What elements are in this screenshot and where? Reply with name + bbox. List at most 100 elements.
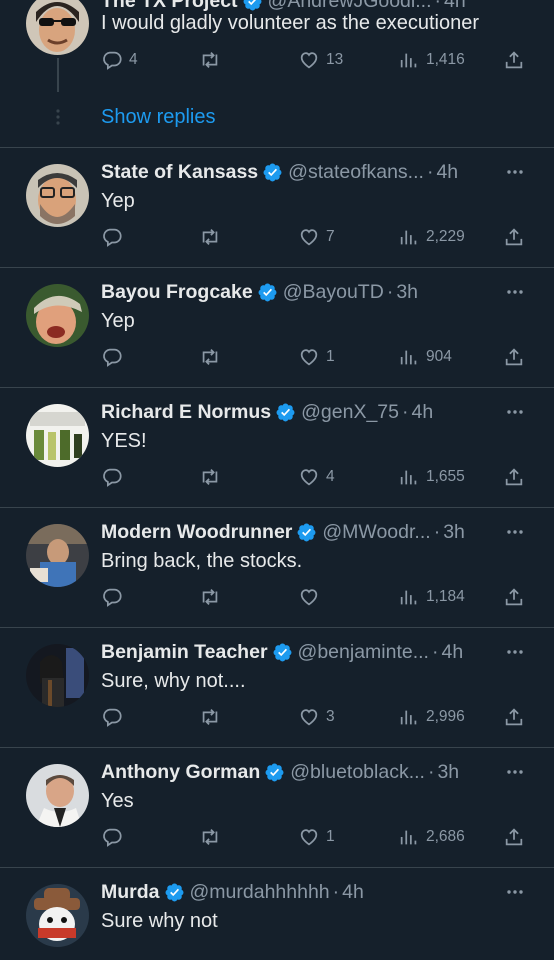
divider	[0, 747, 554, 748]
divider	[0, 387, 554, 388]
like-button[interactable]	[298, 584, 326, 610]
share-button[interactable]	[503, 704, 531, 730]
display-name[interactable]: State of Kansass	[101, 161, 258, 184]
verified-icon	[265, 763, 284, 781]
handle[interactable]: @murdahhhhhh	[190, 881, 330, 904]
reply-icon	[103, 51, 122, 70]
reply-button[interactable]	[101, 224, 129, 250]
views-count: 2,229	[426, 228, 465, 245]
retweet-icon	[202, 709, 218, 725]
timestamp[interactable]: 3h	[437, 761, 459, 784]
reply-button[interactable]	[101, 824, 129, 850]
more-button[interactable]	[504, 761, 526, 783]
reply-button[interactable]	[101, 704, 129, 730]
views-count: 2,686	[426, 828, 465, 845]
views-button[interactable]: 1,655	[398, 464, 465, 490]
views-button[interactable]: 2,686	[398, 824, 465, 850]
views-button[interactable]: 2,229	[398, 224, 465, 250]
more-button[interactable]	[504, 401, 526, 423]
views-button[interactable]: 1,416	[398, 47, 465, 73]
avatar[interactable]	[26, 164, 89, 227]
views-icon	[400, 53, 417, 68]
share-button[interactable]	[503, 344, 531, 370]
avatar[interactable]	[26, 524, 89, 587]
views-button[interactable]: 2,996	[398, 704, 465, 730]
share-button[interactable]	[503, 824, 531, 850]
reply-button[interactable]: 4	[101, 47, 138, 73]
handle[interactable]: @AndrewJGoodl...	[268, 0, 432, 13]
tweet-actions: 4 1,655	[101, 464, 531, 490]
share-icon	[505, 468, 523, 486]
more-button[interactable]	[504, 881, 526, 903]
share-button[interactable]	[503, 224, 531, 250]
timestamp[interactable]: 4h	[436, 161, 458, 184]
tweet-actions: 7 2,229	[101, 224, 531, 250]
display-name[interactable]: Bayou Frogcake	[101, 281, 253, 304]
views-button[interactable]: 904	[398, 344, 452, 370]
display-name[interactable]: The TX Project	[101, 0, 238, 13]
retweet-button[interactable]	[199, 344, 227, 370]
timestamp[interactable]: 3h	[443, 521, 465, 544]
like-button[interactable]: 7	[298, 224, 335, 250]
timestamp[interactable]: 3h	[396, 281, 418, 304]
handle[interactable]: @stateofkans...	[288, 161, 424, 184]
show-replies-link[interactable]: Show replies	[101, 106, 216, 129]
display-name[interactable]: Anthony Gorman	[101, 761, 260, 784]
handle[interactable]: @MWoodr...	[322, 521, 430, 544]
thread-line	[57, 58, 59, 92]
share-icon	[505, 588, 523, 606]
avatar[interactable]	[26, 644, 89, 707]
verified-icon	[273, 643, 291, 661]
more-icon	[507, 650, 523, 654]
retweet-button[interactable]	[199, 224, 227, 250]
handle[interactable]: @genX_75	[301, 401, 399, 424]
more-button[interactable]	[504, 641, 526, 663]
more-button[interactable]	[504, 161, 526, 183]
avatar[interactable]	[26, 884, 89, 947]
reply-button[interactable]	[101, 464, 129, 490]
handle[interactable]: @bluetoblack...	[290, 761, 425, 784]
avatar[interactable]	[26, 404, 89, 467]
avatar[interactable]	[26, 0, 89, 55]
like-button[interactable]: 1	[298, 344, 335, 370]
timestamp[interactable]: 4h	[441, 641, 463, 664]
like-button[interactable]: 4	[298, 464, 335, 490]
retweet-button[interactable]	[199, 47, 227, 73]
handle[interactable]: @benjaminte...	[298, 641, 429, 664]
retweet-icon	[202, 829, 218, 845]
timestamp[interactable]: 4h	[444, 0, 466, 13]
share-button[interactable]	[503, 464, 531, 490]
share-icon	[505, 708, 523, 726]
display-name[interactable]: Richard E Normus	[101, 401, 271, 424]
display-name[interactable]: Modern Woodrunner	[101, 521, 292, 544]
retweet-button[interactable]	[199, 704, 227, 730]
avatar[interactable]	[26, 284, 89, 347]
timestamp[interactable]: 4h	[412, 401, 434, 424]
timestamp[interactable]: 4h	[342, 881, 364, 904]
retweet-button[interactable]	[199, 464, 227, 490]
like-button[interactable]: 1	[298, 824, 335, 850]
tweet-header: Bayou Frogcake @BayouTD · 3h	[101, 279, 534, 305]
display-name[interactable]: Murda	[101, 881, 160, 904]
views-icon	[400, 350, 417, 365]
tweet-text: Yep	[101, 190, 135, 212]
more-button[interactable]	[504, 521, 526, 543]
reply-button[interactable]	[101, 344, 129, 370]
more-icon	[507, 170, 523, 174]
like-button[interactable]: 13	[298, 47, 343, 73]
retweet-button[interactable]	[199, 584, 227, 610]
verified-icon	[243, 0, 261, 10]
more-button[interactable]	[504, 281, 526, 303]
avatar[interactable]	[26, 764, 89, 827]
reply-icon	[103, 348, 122, 367]
tweet-header: Benjamin Teacher @benjaminte... · 4h	[101, 639, 534, 665]
reply-button[interactable]	[101, 584, 129, 610]
more-icon	[507, 770, 523, 774]
share-button[interactable]	[503, 47, 531, 73]
share-button[interactable]	[503, 584, 531, 610]
handle[interactable]: @BayouTD	[283, 281, 384, 304]
like-button[interactable]: 3	[298, 704, 335, 730]
display-name[interactable]: Benjamin Teacher	[101, 641, 268, 664]
views-button[interactable]: 1,184	[398, 584, 465, 610]
retweet-button[interactable]	[199, 824, 227, 850]
